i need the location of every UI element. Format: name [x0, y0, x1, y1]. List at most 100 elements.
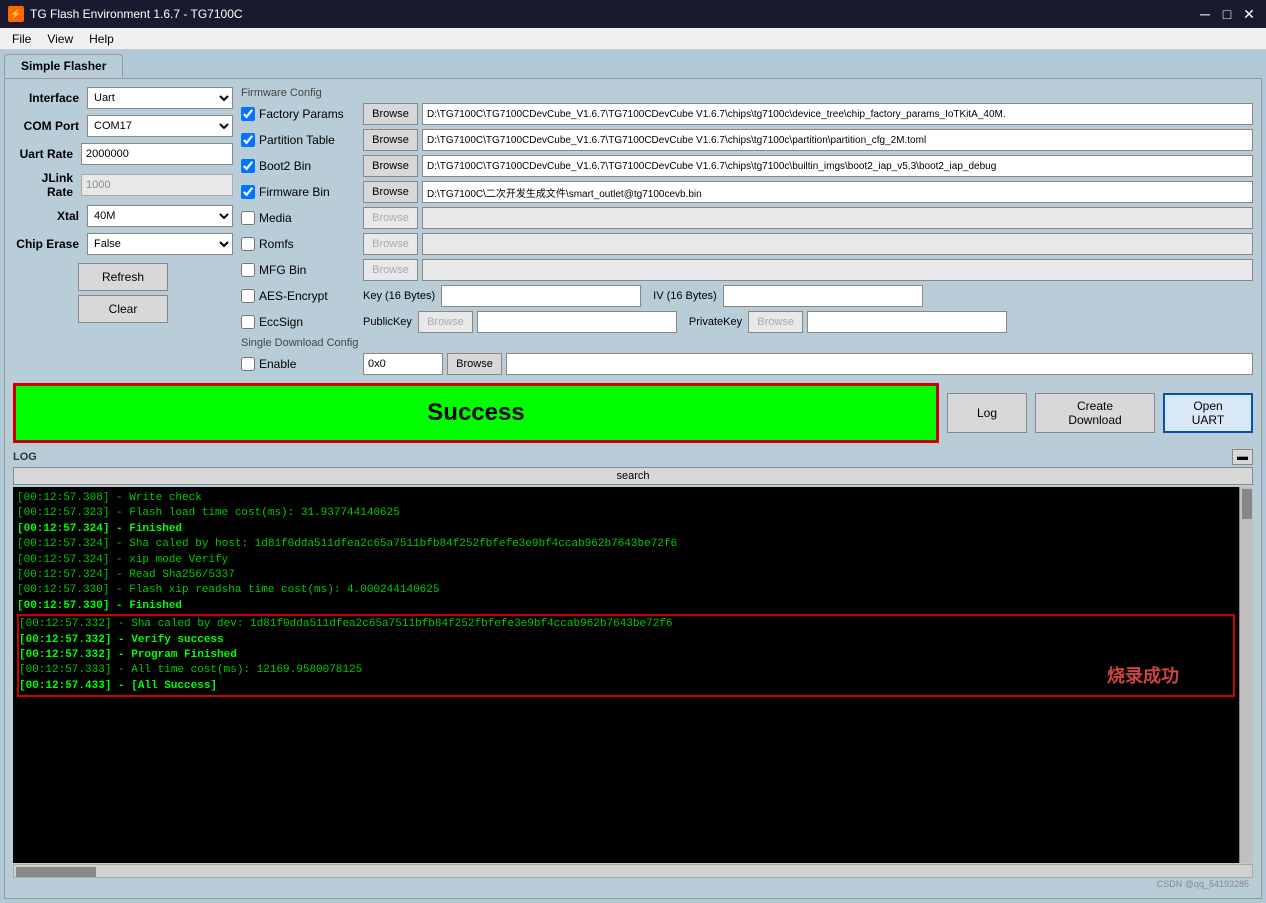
firmware-row-factory-params: Factory Params Browse: [241, 103, 1253, 125]
open-uart-button[interactable]: Open UART: [1163, 393, 1253, 433]
log-content[interactable]: [00:12:57.308] - Write check [00:12:57.32…: [13, 487, 1239, 863]
firmware-bin-checkbox[interactable]: [241, 185, 255, 199]
tab-bar: Simple Flasher: [4, 54, 1262, 78]
boot2-bin-checkbox[interactable]: [241, 159, 255, 173]
firmware-bin-path[interactable]: [422, 181, 1253, 203]
single-download-label: Single Download Config: [241, 337, 1253, 349]
firmware-row-media: Media Browse: [241, 207, 1253, 229]
eccsign-privkey-input[interactable]: [807, 311, 1007, 333]
firmware-row-mfg-bin: MFG Bin Browse: [241, 259, 1253, 281]
xtal-label: Xtal: [13, 209, 83, 223]
scroll-thumb[interactable]: [1242, 489, 1252, 519]
factory-params-path[interactable]: [422, 103, 1253, 125]
jlink-rate-row: JLink Rate: [13, 171, 233, 199]
single-browse-btn[interactable]: Browse: [447, 353, 502, 375]
xtal-select[interactable]: 40M 26M 24M: [87, 205, 233, 227]
com-port-select[interactable]: COM17 COM1 COM2: [87, 115, 233, 137]
minimize-button[interactable]: ─: [1196, 5, 1214, 23]
eccsign-checkbox[interactable]: [241, 315, 255, 329]
media-path: [422, 207, 1253, 229]
factory-params-browse-btn[interactable]: Browse: [363, 103, 418, 125]
single-address-input[interactable]: [363, 353, 443, 375]
boot2-bin-browse-btn[interactable]: Browse: [363, 155, 418, 177]
uart-rate-input[interactable]: [81, 143, 233, 165]
title-bar: ⚡ TG Flash Environment 1.6.7 - TG7100C ─…: [0, 0, 1266, 28]
chip-erase-label: Chip Erase: [13, 237, 83, 251]
maximize-button[interactable]: □: [1218, 5, 1236, 23]
log-header: LOG ▬: [13, 449, 1253, 465]
iv-label: IV (16 Bytes): [653, 290, 717, 302]
title-bar-left: ⚡ TG Flash Environment 1.6.7 - TG7100C: [8, 6, 243, 22]
partition-table-path[interactable]: [422, 129, 1253, 151]
log-line: [00:12:57.332] - Sha caled by dev: 1d81f…: [19, 617, 1233, 632]
title-bar-title: TG Flash Environment 1.6.7 - TG7100C: [30, 7, 243, 21]
xtal-row: Xtal 40M 26M 24M: [13, 205, 233, 227]
log-line: [00:12:57.324] - Finished: [17, 522, 1235, 537]
success-button[interactable]: Success: [13, 383, 939, 443]
left-panel: Interface Uart JLink USB COM Port COM17 …: [13, 87, 233, 375]
media-browse-btn: Browse: [363, 207, 418, 229]
interface-select[interactable]: Uart JLink USB: [87, 87, 233, 109]
horizontal-scrollbar[interactable]: [13, 864, 1253, 878]
aes-iv-input[interactable]: [723, 285, 923, 307]
single-enable-label: Enable: [259, 357, 359, 371]
factory-params-checkbox[interactable]: [241, 107, 255, 121]
title-bar-controls: ─ □ ✕: [1196, 5, 1258, 23]
log-button[interactable]: Log: [947, 393, 1027, 433]
close-button[interactable]: ✕: [1240, 5, 1258, 23]
uart-rate-row: Uart Rate: [13, 143, 233, 165]
firmware-bin-label: Firmware Bin: [259, 185, 359, 199]
interface-row: Interface Uart JLink USB: [13, 87, 233, 109]
mfg-bin-path: [422, 259, 1253, 281]
aes-key-input[interactable]: [441, 285, 641, 307]
clear-button[interactable]: Clear: [78, 295, 168, 323]
eccsign-privkey-browse: Browse: [748, 311, 803, 333]
mfg-bin-label: MFG Bin: [259, 263, 359, 277]
app-icon: ⚡: [8, 6, 24, 22]
media-checkbox[interactable]: [241, 211, 255, 225]
menu-help[interactable]: Help: [81, 30, 122, 48]
create-download-button[interactable]: Create Download: [1035, 393, 1155, 433]
boot2-bin-path[interactable]: [422, 155, 1253, 177]
chip-erase-row: Chip Erase False True: [13, 233, 233, 255]
h-scroll-thumb: [16, 867, 96, 877]
menu-view[interactable]: View: [39, 30, 81, 48]
single-path-input[interactable]: [506, 353, 1253, 375]
log-line: [00:12:57.308] - Write check: [17, 491, 1235, 506]
romfs-label: Romfs: [259, 237, 359, 251]
success-section: Success Log Create Download Open UART: [13, 383, 1253, 443]
eccsign-pubkey-browse: Browse: [418, 311, 473, 333]
partition-table-checkbox[interactable]: [241, 133, 255, 147]
log-line: [00:12:57.332] - Program Finished: [19, 648, 1233, 663]
aes-encrypt-checkbox[interactable]: [241, 289, 255, 303]
jlink-rate-label: JLink Rate: [13, 171, 77, 199]
single-enable-checkbox[interactable]: [241, 357, 255, 371]
log-section: LOG ▬ search [00:12:57.308] - Write chec…: [13, 449, 1253, 890]
public-key-label: PublicKey: [363, 316, 412, 328]
menu-file[interactable]: File: [4, 30, 39, 48]
factory-params-label: Factory Params: [259, 107, 359, 121]
firmware-config-label: Firmware Config: [241, 87, 1253, 99]
firmware-row-partition-table: Partition Table Browse: [241, 129, 1253, 151]
refresh-button[interactable]: Refresh: [78, 263, 168, 291]
partition-table-browse-btn[interactable]: Browse: [363, 129, 418, 151]
log-line: [00:12:57.332] - Verify success: [19, 633, 1233, 648]
log-collapse-button[interactable]: ▬: [1232, 449, 1253, 465]
partition-table-label: Partition Table: [259, 133, 359, 147]
mfg-bin-checkbox[interactable]: [241, 263, 255, 277]
com-port-label: COM Port: [13, 119, 83, 133]
main-container: Simple Flasher Interface Uart JLink USB: [0, 50, 1266, 903]
success-watermark: 烧录成功: [1107, 662, 1179, 688]
log-search-button[interactable]: search: [13, 467, 1253, 485]
romfs-checkbox[interactable]: [241, 237, 255, 251]
log-scrollbar[interactable]: [1239, 487, 1253, 863]
firmware-bin-browse-btn[interactable]: Browse: [363, 181, 418, 203]
menu-bar: File View Help: [0, 28, 1266, 50]
chip-erase-select[interactable]: False True: [87, 233, 233, 255]
firmware-row-boot2-bin: Boot2 Bin Browse: [241, 155, 1253, 177]
romfs-path: [422, 233, 1253, 255]
private-key-label: PrivateKey: [689, 316, 742, 328]
eccsign-pubkey-input[interactable]: [477, 311, 677, 333]
log-line: [00:12:57.324] - xip mode Verify: [17, 553, 1235, 568]
tab-simple-flasher[interactable]: Simple Flasher: [4, 54, 123, 78]
